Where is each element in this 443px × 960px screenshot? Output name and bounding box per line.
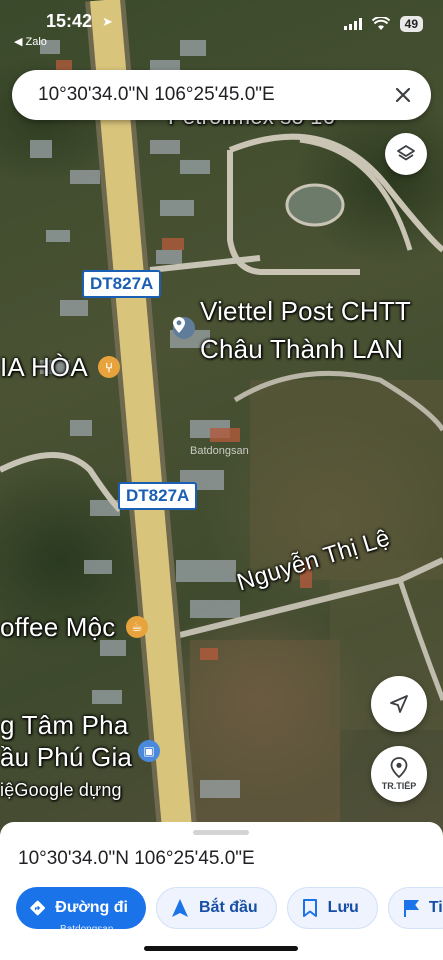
cellular-signal-icon (343, 18, 362, 30)
google-attribution: iệGoogle dựng (0, 780, 122, 801)
watermark-logo: Batdongsan (190, 445, 249, 457)
my-location-button[interactable] (371, 676, 427, 732)
navigation-arrow-icon (390, 695, 408, 713)
close-button[interactable] (381, 73, 425, 117)
map-text-fragment-2: dựng (78, 780, 122, 800)
battery-indicator: 49 (399, 16, 423, 32)
road-shield-dt827a-middle: DT827A (118, 482, 198, 510)
viettel-post-label[interactable]: Viettel Post CHTT (200, 296, 411, 327)
tam-pha-label[interactable]: g Tâm Pha (0, 710, 129, 741)
status-time: 15:42 (46, 11, 93, 31)
directions-button[interactable]: Đường đi (16, 887, 146, 929)
coffee-moc-label[interactable]: offee Mộc (0, 612, 116, 643)
sheet-drag-handle[interactable] (193, 830, 249, 835)
place-coordinates-title: 10°30'34.0"N 106°25'45.0"E (18, 848, 255, 869)
road-shield-dt827a-top: DT827A (82, 270, 162, 298)
shopping-pin[interactable]: ▣ (138, 740, 160, 762)
navigation-icon (172, 899, 188, 917)
place-pin-icon (390, 757, 408, 779)
location-arrow-icon: ➤ (102, 14, 113, 29)
bookmark-icon (302, 899, 317, 917)
close-icon (395, 87, 411, 103)
street-view-label: TR.TIẾP (381, 781, 417, 791)
location-pin-icon (173, 317, 185, 333)
home-indicator (144, 946, 298, 951)
map-text-fragment: iệ (0, 780, 15, 800)
shopping-bag-icon: ▣ (143, 744, 155, 758)
search-coordinates-text[interactable]: 10°30'34.0"N 106°25'45.0"E (38, 84, 381, 106)
back-to-zalo-link[interactable]: ◀ Zalo (14, 35, 47, 48)
status-bar: 15:42 ➤ ◀ Zalo 49 (0, 0, 443, 48)
coffee-cup-icon: ☕ (131, 619, 143, 634)
wifi-icon (371, 17, 390, 30)
share-next-button[interactable]: Ti (387, 887, 443, 929)
viettel-post-pin[interactable] (173, 317, 195, 339)
start-label: Bắt đầu (199, 899, 258, 916)
google-logo: Google (14, 780, 74, 800)
save-label: Lưu (327, 899, 359, 916)
restaurant-icon: ⑂ (105, 359, 113, 375)
directions-icon (30, 900, 45, 916)
layers-button[interactable] (385, 133, 427, 175)
street-view-button[interactable]: TR.TIẾP (371, 746, 427, 802)
gia-hoa-label[interactable]: IA HÒA (0, 352, 88, 383)
start-navigation-button[interactable]: Bắt đầu (156, 887, 277, 929)
restaurant-pin[interactable]: ⑂ (98, 356, 120, 378)
save-button[interactable]: Lưu (286, 887, 378, 929)
search-bar[interactable]: 10°30'34.0"N 106°25'45.0"E (12, 70, 431, 120)
coffee-pin[interactable]: ☕ (126, 616, 148, 638)
place-bottom-sheet[interactable]: 10°30'34.0"N 106°25'45.0"E Đường đi Bắt … (0, 822, 443, 960)
next-label: Ti (428, 899, 443, 916)
viettel-post-label-line2[interactable]: Châu Thành LAN (200, 334, 403, 365)
flag-icon (403, 900, 419, 917)
layers-icon (397, 145, 415, 161)
action-chips: Đường đi Bắt đầu Lưu Ti (16, 887, 443, 929)
phu-gia-label[interactable]: ầu Phú Gia (0, 742, 132, 773)
watermark-logo-bottom: Batdongsan (60, 924, 114, 935)
directions-label: Đường đi (55, 899, 128, 916)
